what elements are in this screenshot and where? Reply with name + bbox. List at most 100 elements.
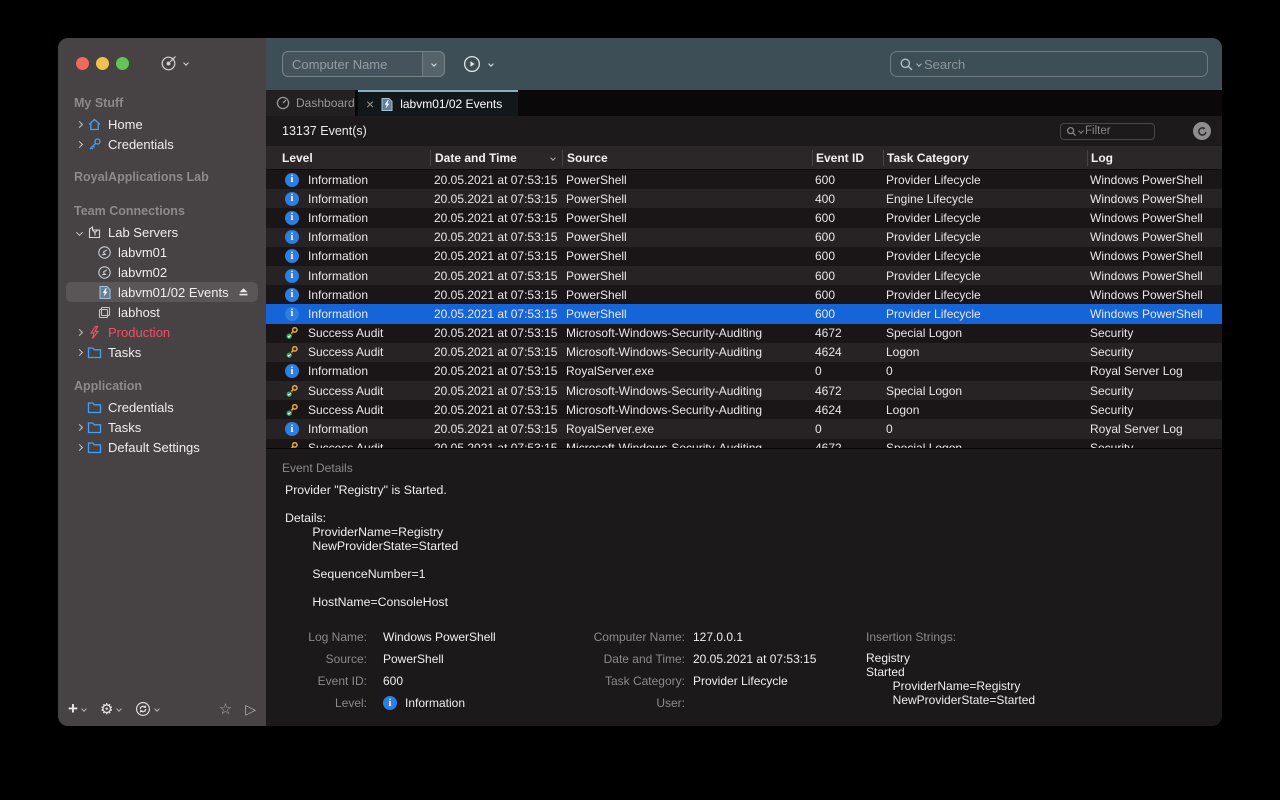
close-window-button[interactable] bbox=[76, 57, 89, 70]
table-row[interactable]: i Information 20.05.2021 at 07:53:15 Pow… bbox=[266, 285, 1222, 304]
chevron-down-icon bbox=[183, 60, 189, 66]
lightning-bolt-icon bbox=[86, 325, 103, 340]
filter-input[interactable] bbox=[1085, 125, 1149, 137]
sync-status-button[interactable] bbox=[135, 701, 159, 717]
chevron-down-icon[interactable] bbox=[72, 230, 86, 235]
sidebar-item-home[interactable]: Home bbox=[66, 114, 258, 134]
table-row[interactable]: i Information 20.05.2021 at 07:53:15 Pow… bbox=[266, 170, 1222, 189]
table-row[interactable]: i Information 20.05.2021 at 07:53:15 Pow… bbox=[266, 304, 1222, 323]
combo-dropdown-button[interactable] bbox=[422, 52, 444, 76]
table-row[interactable]: i Information 20.05.2021 at 07:53:15 Roy… bbox=[266, 419, 1222, 438]
level-cell: Success Audit bbox=[308, 441, 383, 448]
details-column-right: Insertion Strings: Registry Started Prov… bbox=[866, 626, 1035, 707]
section-header-application: Application bbox=[58, 377, 266, 395]
sidebar-item-credentials[interactable]: Credentials bbox=[66, 134, 258, 154]
chevron-down-icon bbox=[431, 61, 437, 67]
refresh-button[interactable] bbox=[1193, 122, 1211, 140]
chevron-right-icon[interactable] bbox=[72, 445, 86, 450]
chevron-right-icon[interactable] bbox=[72, 142, 86, 147]
chevron-down-icon[interactable] bbox=[488, 61, 494, 67]
event-id-value: 600 bbox=[383, 674, 403, 688]
computer-name-label: Computer Name: bbox=[566, 630, 685, 644]
close-tab-icon[interactable]: × bbox=[366, 98, 374, 110]
success-audit-key-icon bbox=[285, 441, 299, 448]
source-cell: Microsoft-Windows-Security-Auditing bbox=[562, 326, 812, 340]
task-category-cell: Engine Lifecycle bbox=[883, 192, 1087, 206]
computer-name-value: 127.0.0.1 bbox=[693, 630, 743, 644]
table-row[interactable]: i Information 20.05.2021 at 07:53:15 Roy… bbox=[266, 362, 1222, 381]
sidebar-item-labhost[interactable]: labhost bbox=[66, 302, 258, 322]
task-category-cell: Special Logon bbox=[883, 441, 1087, 448]
table-row[interactable]: i Information 20.05.2021 at 07:53:15 Pow… bbox=[266, 247, 1222, 266]
sidebar-item-labvm0102-events[interactable]: labvm01/02 Events bbox=[66, 282, 258, 302]
date-cell: 20.05.2021 at 07:53:15 bbox=[430, 192, 562, 206]
add-button[interactable]: + bbox=[68, 702, 86, 716]
zoom-window-button[interactable] bbox=[116, 57, 129, 70]
table-row[interactable]: i Success Audit 20.05.2021 at 07:53:15 M… bbox=[266, 343, 1222, 362]
chevron-down-icon[interactable] bbox=[1078, 128, 1084, 134]
computer-name-input[interactable] bbox=[283, 52, 422, 76]
search-input[interactable] bbox=[924, 57, 1199, 72]
table-row[interactable]: i Information 20.05.2021 at 07:53:15 Pow… bbox=[266, 228, 1222, 247]
information-icon: i bbox=[285, 249, 299, 263]
table-row[interactable]: i Success Audit 20.05.2021 at 07:53:15 M… bbox=[266, 381, 1222, 400]
chevron-right-icon[interactable] bbox=[72, 350, 86, 355]
date-cell: 20.05.2021 at 07:53:15 bbox=[430, 307, 562, 321]
table-row[interactable]: i Information 20.05.2021 at 07:53:15 Pow… bbox=[266, 189, 1222, 208]
table-row[interactable]: i Success Audit 20.05.2021 at 07:53:15 M… bbox=[266, 439, 1222, 448]
settings-button[interactable]: ⚙ bbox=[100, 702, 121, 717]
chevron-right-icon[interactable] bbox=[72, 425, 86, 430]
table-row[interactable]: i Information 20.05.2021 at 07:53:15 Pow… bbox=[266, 208, 1222, 227]
sidebar-item-tasks[interactable]: Tasks bbox=[66, 342, 258, 362]
log-cell: Security bbox=[1087, 326, 1222, 340]
tab-dashboard[interactable]: Dashboard bbox=[266, 90, 355, 116]
information-icon: i bbox=[285, 288, 299, 302]
connect-play-button[interactable] bbox=[463, 55, 481, 73]
source-cell: Microsoft-Windows-Security-Auditing bbox=[562, 384, 812, 398]
level-cell: Success Audit bbox=[308, 326, 383, 340]
sidebar-item-production[interactable]: Production bbox=[66, 322, 258, 342]
tab-events[interactable]: × labvm01/02 Events bbox=[358, 90, 518, 116]
event-id-cell: 600 bbox=[812, 288, 883, 302]
log-cell: Windows PowerShell bbox=[1087, 173, 1222, 187]
favorite-star-icon[interactable]: ☆ bbox=[219, 700, 232, 718]
table-row[interactable]: i Information 20.05.2021 at 07:53:15 Pow… bbox=[266, 266, 1222, 285]
connect-menu-button[interactable] bbox=[160, 55, 188, 72]
column-header-date[interactable]: Date and Time bbox=[430, 150, 562, 166]
level-cell: Information bbox=[308, 364, 368, 378]
sidebar: My Stuff Home Credentials RoyalApplicati… bbox=[58, 38, 266, 726]
column-header-event-id[interactable]: Event ID bbox=[812, 150, 883, 166]
task-category-cell: Provider Lifecycle bbox=[883, 173, 1087, 187]
sidebar-item-app-tasks[interactable]: Tasks bbox=[66, 417, 258, 437]
target-icon bbox=[160, 55, 177, 72]
chevron-right-icon[interactable] bbox=[72, 330, 86, 335]
minimize-window-button[interactable] bbox=[96, 57, 109, 70]
eject-icon[interactable] bbox=[238, 287, 249, 297]
key-icon bbox=[86, 137, 103, 152]
log-cell: Security bbox=[1087, 345, 1222, 359]
level-value: Information bbox=[405, 696, 465, 710]
date-cell: 20.05.2021 at 07:53:15 bbox=[430, 269, 562, 283]
information-icon: i bbox=[285, 364, 299, 378]
sidebar-item-labvm01[interactable]: labvm01 bbox=[66, 242, 258, 262]
column-header-source[interactable]: Source bbox=[562, 150, 812, 166]
event-details-panel: Event Details Provider "Registry" is Sta… bbox=[266, 448, 1222, 726]
sidebar-item-default-settings[interactable]: Default Settings bbox=[66, 437, 258, 457]
column-header-level[interactable]: Level bbox=[266, 150, 430, 166]
column-header-log[interactable]: Log bbox=[1087, 150, 1222, 166]
dashboard-icon bbox=[276, 96, 290, 110]
section-header-royal-lab: RoyalApplications Lab bbox=[58, 168, 266, 186]
column-header-task-category[interactable]: Task Category bbox=[883, 150, 1087, 166]
level-cell: Information bbox=[308, 173, 368, 187]
chevron-right-icon[interactable] bbox=[72, 122, 86, 127]
table-row[interactable]: i Success Audit 20.05.2021 at 07:53:15 M… bbox=[266, 324, 1222, 343]
connect-play-icon[interactable]: ▷ bbox=[245, 701, 256, 718]
sort-descending-icon bbox=[550, 155, 556, 161]
sidebar-item-lab-servers[interactable]: Lab Servers bbox=[66, 222, 258, 242]
sidebar-item-app-credentials[interactable]: Credentials bbox=[66, 397, 258, 417]
log-cell: Security bbox=[1087, 384, 1222, 398]
chevron-down-icon[interactable] bbox=[916, 61, 922, 67]
table-row[interactable]: i Success Audit 20.05.2021 at 07:53:15 M… bbox=[266, 400, 1222, 419]
sidebar-item-labvm02[interactable]: labvm02 bbox=[66, 262, 258, 282]
log-name-label: Log Name: bbox=[266, 630, 367, 644]
